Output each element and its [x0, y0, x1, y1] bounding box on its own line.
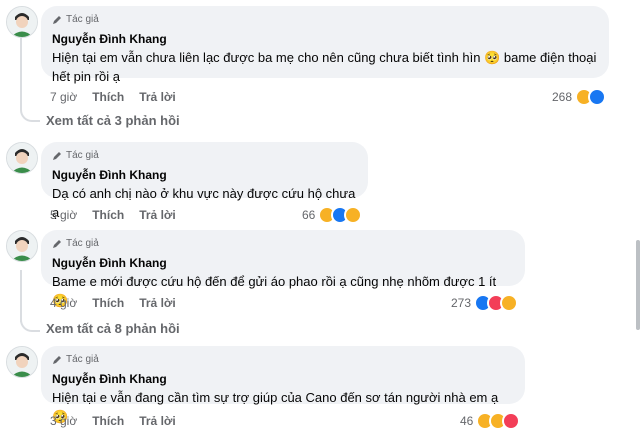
- comment-actions: 3 giờ Thích Trả lời: [50, 414, 191, 428]
- author-name[interactable]: Nguyễn Đình Khang: [52, 256, 513, 270]
- thread-line: [20, 270, 22, 322]
- author-name[interactable]: Nguyễn Đình Khang: [52, 168, 356, 182]
- view-replies-link[interactable]: Xem tất cả 8 phản hồi: [46, 321, 180, 336]
- reply-button[interactable]: Trả lời: [139, 414, 176, 428]
- thread-curve: [20, 316, 40, 332]
- love-icon: [502, 412, 521, 430]
- role-label: Tác giả: [66, 14, 99, 25]
- reaction-count: 66: [302, 208, 316, 222]
- care-icon: [500, 294, 519, 312]
- like-button[interactable]: Thích: [92, 414, 124, 428]
- reaction-count: 268: [552, 90, 573, 104]
- comment-text: Hiện tại em vẫn chưa liên lạc được ba mẹ…: [52, 48, 597, 86]
- timestamp[interactable]: 3 giờ: [50, 414, 77, 428]
- reply-button[interactable]: Trả lời: [139, 296, 176, 310]
- author-badge: Tác giả: [52, 237, 513, 250]
- comment-bubble: Tác giả Nguyễn Đình Khang Hiện tại e vẫn…: [41, 346, 525, 424]
- timestamp[interactable]: 7 giờ: [50, 90, 77, 104]
- scrollbar[interactable]: [636, 240, 640, 330]
- comment-bubble: Tác giả Nguyễn Đình Khang Bame e mới đượ…: [41, 230, 525, 308]
- author-badge: Tác giả: [52, 149, 356, 162]
- reply-button[interactable]: Trả lời: [139, 90, 176, 104]
- thread-curve: [20, 106, 40, 122]
- reaction-summary[interactable]: 273: [451, 294, 519, 312]
- role-label: Tác giả: [66, 150, 99, 161]
- comment-actions: 5 giờ Thích Trả lời: [50, 208, 191, 222]
- pencil-icon: [53, 355, 61, 364]
- pencil-icon: [53, 15, 61, 24]
- sad-icon: [344, 206, 363, 224]
- like-button[interactable]: Thích: [92, 208, 124, 222]
- like-button[interactable]: Thích: [92, 296, 124, 310]
- thread-line: [20, 38, 22, 110]
- author-badge: Tác giả: [52, 13, 597, 26]
- avatar[interactable]: [6, 230, 38, 262]
- comment-line: Hiện tại em vẫn chưa liên lạc được ba mẹ…: [52, 50, 597, 65]
- avatar[interactable]: [6, 6, 38, 38]
- pencil-icon: [53, 239, 61, 248]
- reaction-count: 273: [451, 296, 472, 310]
- author-name[interactable]: Nguyễn Đình Khang: [52, 32, 597, 46]
- comment-actions: 7 giờ Thích Trả lời: [50, 90, 191, 104]
- reaction-summary[interactable]: 66: [302, 206, 363, 224]
- reaction-count: 46: [460, 414, 474, 428]
- like-button[interactable]: Thích: [92, 90, 124, 104]
- role-label: Tác giả: [66, 238, 99, 249]
- pencil-icon: [53, 151, 61, 160]
- view-replies-link[interactable]: Xem tất cả 3 phản hồi: [46, 113, 180, 128]
- author-name[interactable]: Nguyễn Đình Khang: [52, 372, 513, 386]
- author-badge: Tác giả: [52, 353, 513, 366]
- timestamp[interactable]: 5 giờ: [50, 208, 77, 222]
- reaction-summary[interactable]: 268: [552, 88, 607, 106]
- role-label: Tác giả: [66, 354, 99, 365]
- timestamp[interactable]: 4 giờ: [50, 296, 77, 310]
- reaction-summary[interactable]: 46: [460, 412, 521, 430]
- like-icon: [588, 88, 607, 106]
- comment-bubble: Tác giả Nguyễn Đình Khang Dạ có anh chị …: [41, 142, 368, 220]
- reply-button[interactable]: Trả lời: [139, 208, 176, 222]
- comment-actions: 4 giờ Thích Trả lời: [50, 296, 191, 310]
- avatar[interactable]: [6, 346, 38, 378]
- comment-line: hết pin rồi ạ: [52, 69, 120, 84]
- comment-bubble: Tác giả Nguyễn Đình Khang Hiện tại em vẫ…: [41, 6, 609, 84]
- avatar[interactable]: [6, 142, 38, 174]
